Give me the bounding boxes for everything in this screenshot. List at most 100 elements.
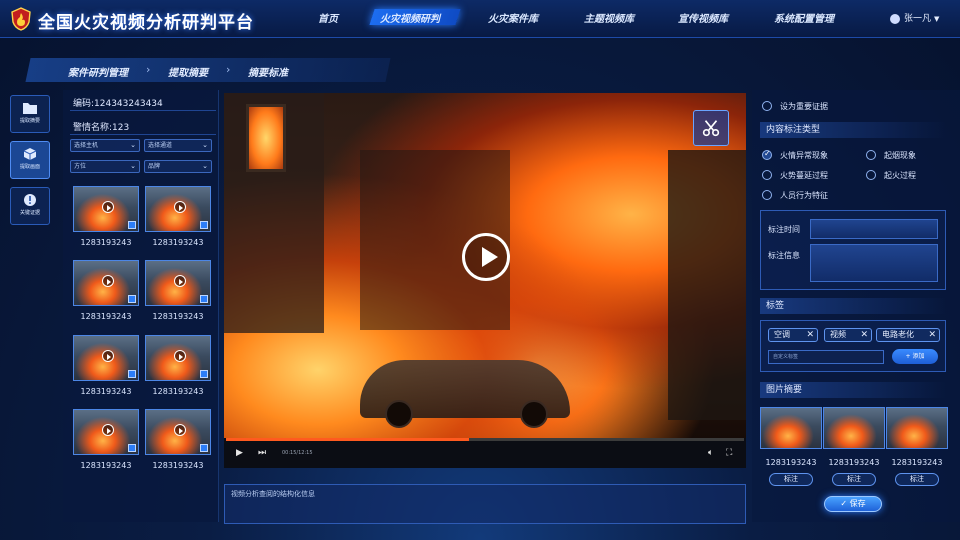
- tags-title: 标签: [760, 298, 946, 314]
- tag-chip[interactable]: 电路老化 ✕: [876, 328, 940, 342]
- annot-info-label: 标注信息: [768, 251, 800, 260]
- host-select[interactable]: 选择主机 ⌄: [70, 139, 140, 152]
- summary-image[interactable]: [823, 407, 885, 449]
- annot-info-field[interactable]: [810, 244, 938, 282]
- chevron-down-icon: ⌄: [202, 141, 208, 149]
- save-badge-icon: [128, 295, 136, 303]
- add-tag-button[interactable]: + 添加: [892, 349, 938, 364]
- type-checkbox-ignition[interactable]: [866, 170, 876, 180]
- brand-select[interactable]: 品牌 ⌄: [144, 160, 212, 173]
- tag-chip[interactable]: 视频 ✕: [824, 328, 872, 342]
- annotation-type-title: 内容标注类型: [760, 122, 946, 138]
- thumbnail-label: 1283193243: [80, 312, 132, 321]
- nav-theme-video-library[interactable]: 主题视频库: [584, 10, 634, 25]
- breadcrumb-extract-summary[interactable]: 提取摘要: [168, 64, 208, 79]
- divider: [70, 110, 216, 111]
- close-icon[interactable]: ✕: [928, 329, 936, 341]
- chevron-down-icon: ▼: [934, 15, 940, 23]
- key-evidence-checkbox[interactable]: [762, 101, 772, 111]
- type-checkbox-spread[interactable]: [762, 170, 772, 180]
- video-thumbnail[interactable]: [73, 186, 139, 232]
- fullscreen-icon[interactable]: ⛶: [726, 448, 732, 458]
- pics-title: 图片摘要: [760, 382, 946, 398]
- rail-extract-frames-button[interactable]: 提取画面: [10, 141, 50, 179]
- clip-button[interactable]: [693, 110, 729, 146]
- close-icon[interactable]: ✕: [806, 329, 814, 341]
- annotate-image-button[interactable]: 标注: [895, 473, 939, 486]
- volume-icon[interactable]: 🔈︎: [708, 448, 713, 458]
- save-badge-icon: [128, 370, 136, 378]
- play-icon[interactable]: [462, 233, 510, 281]
- next-icon[interactable]: ⏭: [258, 448, 266, 458]
- scene-building: [668, 150, 746, 420]
- fire-badge-logo-icon: [11, 7, 31, 31]
- nav-home[interactable]: 首页: [318, 10, 338, 25]
- progress-fill: [226, 438, 470, 441]
- thumbnail-label: 1283193243: [80, 387, 132, 396]
- case-code: 编码:124343243434: [73, 99, 163, 109]
- play-icon: [102, 275, 114, 287]
- folder-icon: [23, 103, 37, 114]
- video-thumbnail[interactable]: [73, 409, 139, 455]
- video-thumbnail[interactable]: [73, 260, 139, 306]
- save-badge-icon: [128, 221, 136, 229]
- channel-select[interactable]: 选择通道 ⌄: [144, 139, 212, 152]
- chevron-down-icon: ⌄: [202, 162, 208, 170]
- save-button[interactable]: ✓ 保存: [824, 496, 882, 512]
- nav-fire-case-library[interactable]: 火灾案件库: [488, 10, 538, 25]
- tag-chip[interactable]: 空调 ✕: [768, 328, 818, 342]
- annotate-image-button[interactable]: 标注: [769, 473, 813, 486]
- type-checkbox-behavior[interactable]: [762, 190, 772, 200]
- chevron-down-icon: ⌄: [130, 141, 136, 149]
- video-thumbnail[interactable]: [145, 335, 211, 381]
- thumbnail-label: 1283193243: [80, 461, 132, 470]
- user-menu[interactable]: 张一凡 ▼: [890, 11, 939, 24]
- video-thumbnail[interactable]: [145, 409, 211, 455]
- image-label: 1283193243: [891, 458, 943, 467]
- type-checkbox-smoke[interactable]: [866, 150, 876, 160]
- annotate-image-button[interactable]: 标注: [832, 473, 876, 486]
- nav-fire-video-analysis[interactable]: 火灾视频研判: [380, 10, 440, 25]
- video-thumbnail[interactable]: [145, 186, 211, 232]
- video-thumbnail[interactable]: [73, 335, 139, 381]
- rail-extract-summary-button[interactable]: 提取摘要: [10, 95, 50, 133]
- breadcrumb-case-management[interactable]: 案件研判管理: [68, 64, 128, 79]
- play-icon: [102, 350, 114, 362]
- type-label: 起火过程: [884, 171, 916, 180]
- nav-system-config[interactable]: 系统配置管理: [774, 10, 834, 25]
- type-label: 人员行为特征: [780, 191, 828, 200]
- alert-icon: [24, 194, 36, 206]
- timecode: 00:15/12:15: [282, 450, 313, 456]
- play-icon: [102, 201, 114, 213]
- type-label: 起烟现象: [884, 151, 916, 160]
- scene-car-wheel: [520, 400, 548, 428]
- type-checkbox-fire-anomaly[interactable]: [762, 149, 772, 160]
- user-avatar-icon: [890, 13, 900, 24]
- scene-car-wheel: [385, 400, 413, 428]
- thumbnail-label: 1283193243: [152, 387, 204, 396]
- app-title: 全国火灾视频分析研判平台: [38, 13, 254, 33]
- type-label: 火势蔓延过程: [780, 171, 828, 180]
- annot-time-field[interactable]: [810, 219, 938, 239]
- rail-key-evidence-button[interactable]: 关键证据: [10, 187, 50, 225]
- thumbnail-label: 1283193243: [152, 312, 204, 321]
- scissors-icon: [702, 120, 720, 137]
- summary-image[interactable]: [760, 407, 822, 449]
- chevron-right-icon: ›: [226, 63, 231, 76]
- user-name: 张一凡: [904, 14, 932, 24]
- type-label: 火情异常现象: [780, 151, 828, 160]
- nav-promo-video-library[interactable]: 宣传视频库: [678, 10, 728, 25]
- tool-rail: 提取摘要 提取画面 关键证据: [10, 95, 52, 225]
- play-small-icon[interactable]: ▶: [236, 448, 243, 458]
- video-thumbnail[interactable]: [145, 260, 211, 306]
- tag-input[interactable]: 自定义标签: [768, 350, 884, 364]
- play-icon: [174, 424, 186, 436]
- breadcrumb-summary-standard: 摘要标准: [248, 68, 288, 79]
- annot-time-label: 标注时间: [768, 225, 800, 234]
- summary-image[interactable]: [886, 407, 948, 449]
- direction-select[interactable]: 方位 ⌄: [70, 160, 140, 173]
- scene-burning-window: [246, 104, 286, 172]
- description-textarea[interactable]: 视频分析查阅的结构化信息: [224, 484, 746, 524]
- close-icon[interactable]: ✕: [860, 329, 868, 341]
- save-badge-icon: [200, 221, 208, 229]
